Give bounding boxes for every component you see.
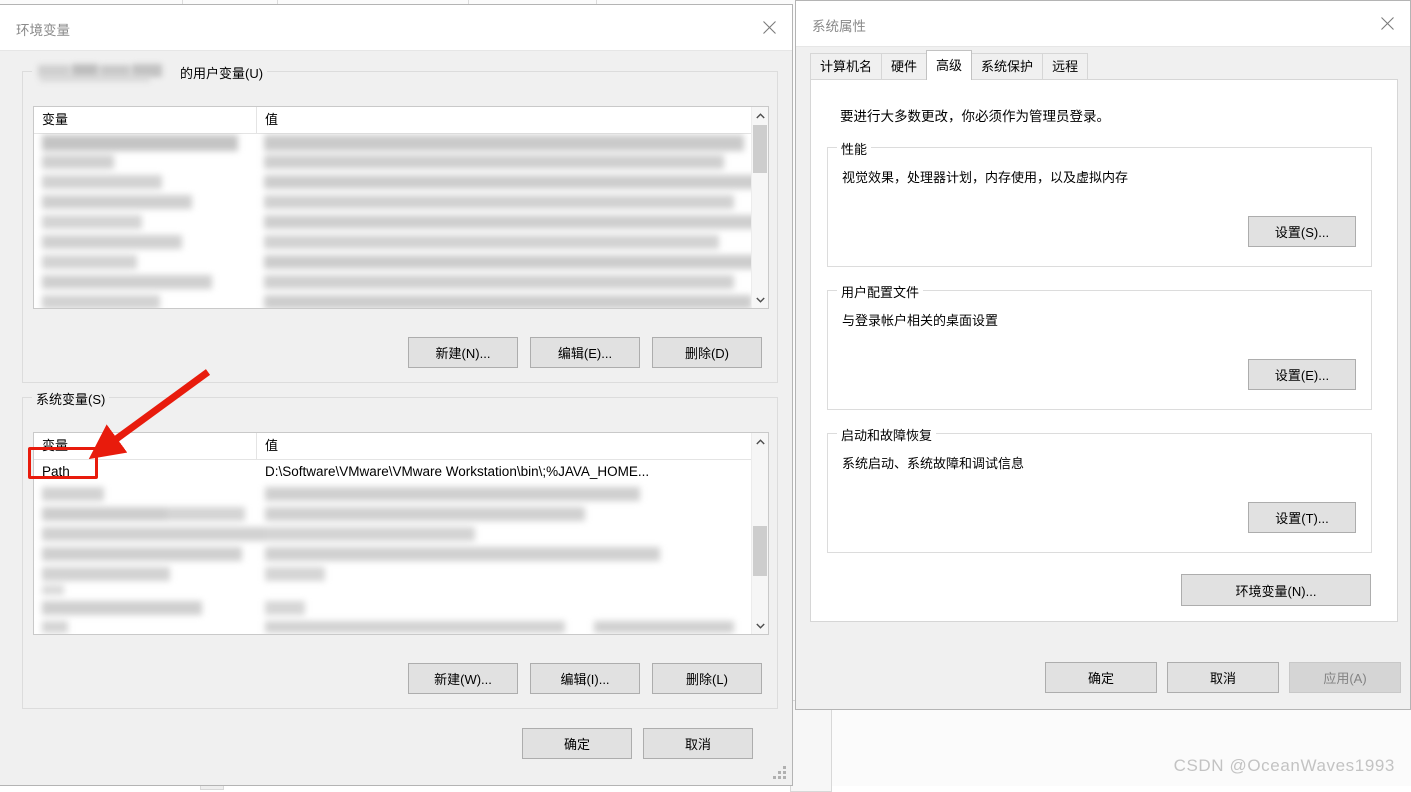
system-new-button[interactable]: 新建(W)... bbox=[408, 663, 518, 694]
system-variables-scrollbar[interactable] bbox=[751, 433, 768, 634]
startup-recovery-group-label: 启动和故障恢复 bbox=[837, 425, 937, 444]
tab-computer-name[interactable]: 计算机名 bbox=[810, 53, 883, 79]
system-variables-group-label: 系统变量(S) bbox=[32, 389, 110, 408]
user-profiles-group-label: 用户配置文件 bbox=[837, 282, 924, 301]
sysprops-cancel-button[interactable]: 取消 bbox=[1167, 662, 1279, 693]
system-variables-scroll-thumb[interactable] bbox=[753, 526, 767, 576]
path-highlight-box bbox=[28, 447, 98, 479]
env-close-button[interactable] bbox=[746, 5, 792, 50]
user-profiles-group: 用户配置文件 与登录帐户相关的桌面设置 设置(E)... bbox=[827, 282, 1372, 410]
scroll-up-icon[interactable] bbox=[752, 107, 768, 124]
user-variables-group: 的用户变量(U) 变量 值 新建(N)... 编辑(E)... 删除(D) bbox=[22, 63, 778, 383]
close-icon bbox=[1380, 17, 1394, 30]
user-variables-header: 变量 值 bbox=[34, 107, 768, 134]
tab-system-protection[interactable]: 系统保护 bbox=[971, 53, 1044, 79]
system-variables-rows: Path D:\Software\VMware\VMware Workstati… bbox=[34, 459, 751, 634]
environment-variables-window: 环境变量 的用户变量(U) 变量 值 新建(N)... 编辑(E)... 删除(… bbox=[0, 4, 793, 786]
env-title: 环境变量 bbox=[16, 23, 70, 38]
user-variables-scroll-thumb[interactable] bbox=[753, 125, 767, 173]
env-ok-button[interactable]: 确定 bbox=[522, 728, 632, 759]
system-properties-window: 系统属性 计算机名 硬件 高级 系统保护 远程 要进行大多数更改，你必须作为管理… bbox=[795, 0, 1411, 710]
user-variables-rows bbox=[34, 133, 751, 308]
table-row[interactable]: Path D:\Software\VMware\VMware Workstati… bbox=[34, 459, 751, 484]
user-profiles-description: 与登录帐户相关的桌面设置 bbox=[842, 313, 999, 328]
tab-hardware[interactable]: 硬件 bbox=[881, 53, 928, 79]
system-variables-redacted-content bbox=[34, 485, 751, 634]
sysprops-apply-button: 应用(A) bbox=[1289, 662, 1401, 693]
sysprops-titlebar: 系统属性 bbox=[796, 1, 1410, 47]
startup-recovery-description: 系统启动、系统故障和调试信息 bbox=[842, 456, 1025, 471]
advanced-tab-panel: 要进行大多数更改，你必须作为管理员登录。 性能 视觉效果，处理器计划，内存使用，… bbox=[810, 79, 1398, 622]
admin-notice: 要进行大多数更改，你必须作为管理员登录。 bbox=[840, 109, 1110, 124]
csdn-watermark: CSDN @OceanWaves1993 bbox=[1173, 756, 1395, 775]
user-variables-listview[interactable]: 变量 值 bbox=[33, 106, 769, 309]
env-titlebar: 环境变量 bbox=[0, 5, 792, 51]
performance-settings-button[interactable]: 设置(S)... bbox=[1248, 216, 1356, 247]
scroll-down-icon[interactable] bbox=[752, 291, 768, 308]
user-variables-label-suffix: 的用户变量(U) bbox=[180, 66, 264, 81]
system-variables-group: 系统变量(S) 变量 值 Path D:\Software\VMware\VMw… bbox=[22, 389, 778, 709]
system-variables-header: 变量 值 bbox=[34, 433, 768, 460]
user-variables-redacted-content bbox=[34, 133, 751, 308]
user-edit-button[interactable]: 编辑(E)... bbox=[530, 337, 640, 368]
performance-description: 视觉效果，处理器计划，内存使用，以及虚拟内存 bbox=[842, 170, 1129, 185]
system-col-value[interactable]: 值 bbox=[257, 433, 751, 459]
user-variables-scrollbar[interactable] bbox=[751, 107, 768, 308]
environment-variables-button[interactable]: 环境变量(N)... bbox=[1181, 574, 1371, 606]
user-col-value[interactable]: 值 bbox=[257, 107, 751, 133]
sysprops-tabstrip: 计算机名 硬件 高级 系统保护 远程 bbox=[810, 50, 1089, 80]
tab-remote[interactable]: 远程 bbox=[1042, 53, 1089, 79]
system-variable-value: D:\Software\VMware\VMware Workstation\bi… bbox=[265, 464, 650, 479]
startup-recovery-group: 启动和故障恢复 系统启动、系统故障和调试信息 设置(T)... bbox=[827, 425, 1372, 553]
user-variables-username-redacted bbox=[36, 63, 176, 82]
sysprops-ok-button[interactable]: 确定 bbox=[1045, 662, 1157, 693]
system-delete-button[interactable]: 删除(L) bbox=[652, 663, 762, 694]
user-new-button[interactable]: 新建(N)... bbox=[408, 337, 518, 368]
system-variables-listview[interactable]: 变量 值 Path D:\Software\VMware\VMware Work… bbox=[33, 432, 769, 635]
user-variables-group-label: 的用户变量(U) bbox=[32, 63, 268, 82]
sysprops-close-button[interactable] bbox=[1364, 1, 1410, 46]
sysprops-title: 系统属性 bbox=[812, 19, 866, 34]
user-delete-button[interactable]: 删除(D) bbox=[652, 337, 762, 368]
performance-group-label: 性能 bbox=[837, 139, 872, 158]
scroll-down-icon[interactable] bbox=[752, 617, 768, 634]
scroll-up-icon[interactable] bbox=[752, 433, 768, 450]
close-icon bbox=[762, 21, 776, 34]
user-profiles-settings-button[interactable]: 设置(E)... bbox=[1248, 359, 1356, 390]
startup-recovery-settings-button[interactable]: 设置(T)... bbox=[1248, 502, 1356, 533]
tab-advanced[interactable]: 高级 bbox=[926, 50, 973, 80]
resize-grip[interactable] bbox=[773, 766, 787, 780]
env-cancel-button[interactable]: 取消 bbox=[643, 728, 753, 759]
performance-group: 性能 视觉效果，处理器计划，内存使用，以及虚拟内存 设置(S)... bbox=[827, 139, 1372, 267]
system-edit-button[interactable]: 编辑(I)... bbox=[530, 663, 640, 694]
user-col-variable[interactable]: 变量 bbox=[34, 107, 257, 133]
